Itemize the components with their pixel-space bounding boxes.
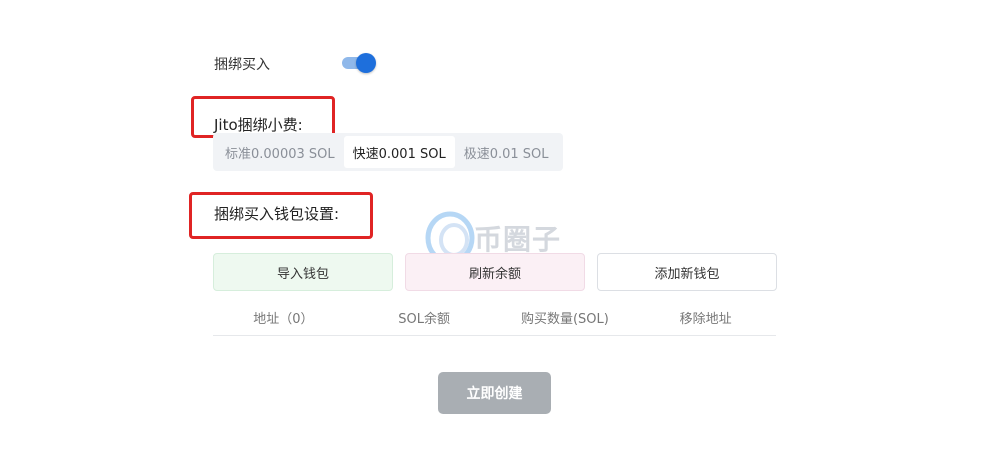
- wallet-settings-label: 捆绑买入钱包设置:: [214, 205, 340, 223]
- watermark-text: 币圈子: [474, 223, 562, 256]
- create-now-button[interactable]: 立即创建: [438, 372, 551, 414]
- wallet-table-header: 地址（0） SOL余额 购买数量(SOL) 移除地址: [213, 300, 776, 336]
- tip-option-fast[interactable]: 快速0.001 SOL: [343, 136, 455, 168]
- import-wallet-button[interactable]: 导入钱包: [213, 253, 393, 291]
- tip-option-standard[interactable]: 标准0.00003 SOL: [216, 136, 344, 168]
- create-token-form: 捆绑买入 Jito捆绑小费: 标准0.00003 SOL 快速0.001 SOL…: [0, 0, 998, 475]
- column-remove: 移除地址: [679, 312, 732, 327]
- jito-tip-label: Jito捆绑小费:: [214, 116, 303, 134]
- column-buy-amount: 购买数量(SOL): [520, 312, 609, 327]
- column-address: 地址（0）: [253, 312, 314, 327]
- bundle-buy-label: 捆绑买入: [214, 57, 270, 73]
- jito-tip-selector: 标准0.00003 SOL 快速0.001 SOL 极速0.01 SOL: [213, 133, 563, 171]
- refresh-balance-button[interactable]: 刷新余额: [405, 253, 585, 291]
- wallet-actions: 导入钱包 刷新余额 添加新钱包: [213, 253, 777, 291]
- add-wallet-button[interactable]: 添加新钱包: [597, 253, 777, 291]
- tip-option-turbo[interactable]: 极速0.01 SOL: [455, 136, 558, 168]
- bundle-buy-toggle[interactable]: [340, 53, 378, 73]
- column-sol-balance: SOL余额: [398, 312, 450, 327]
- toggle-knob: [356, 53, 376, 73]
